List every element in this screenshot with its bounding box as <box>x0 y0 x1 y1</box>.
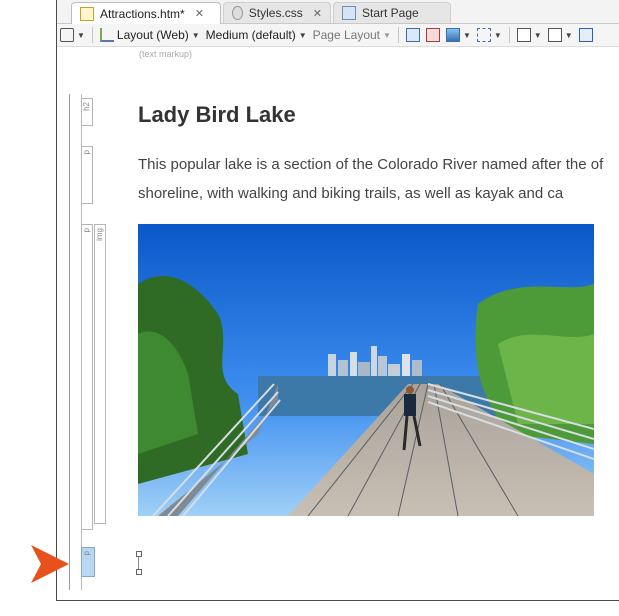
text-format-icon <box>547 28 562 42</box>
text-format-button[interactable]: ▼ <box>545 24 576 46</box>
close-icon[interactable]: ✕ <box>195 7 204 20</box>
structure-tag-label: p <box>82 228 91 233</box>
medium-dropdown[interactable]: Medium (default) ▼ <box>203 24 310 46</box>
chevron-down-icon: ▼ <box>533 30 542 40</box>
editor-window: Attractions.htm* ✕ Styles.css ✕ Start Pa… <box>56 0 619 601</box>
preview-button[interactable]: ▼ <box>57 24 88 46</box>
structure-tag-label: h2 <box>82 102 91 111</box>
magnifier-icon <box>60 28 74 42</box>
document-tab-bar: Attractions.htm* ✕ Styles.css ✕ Start Pa… <box>57 0 619 24</box>
close-icon[interactable]: ✕ <box>313 7 322 20</box>
structure-tag-label: p <box>82 150 91 155</box>
insert-variable-button[interactable]: ▼ <box>474 24 505 46</box>
toolbar-separator <box>508 27 510 43</box>
structure-bar-hint: (text markup) <box>139 49 193 59</box>
layout-mode-label: Layout (Web) <box>116 28 189 42</box>
chevron-down-icon: ▼ <box>564 30 573 40</box>
info-button[interactable] <box>576 24 596 46</box>
body-paragraph: This popular lake is a section of the Co… <box>138 156 604 202</box>
chevron-down-icon: ▼ <box>77 30 85 40</box>
tab-label: Attractions.htm* <box>100 6 185 21</box>
chevron-down-icon: ▼ <box>493 30 502 40</box>
structure-tag-p-selected[interactable]: p <box>81 547 95 577</box>
page-heading: Lady Bird Lake <box>138 102 296 127</box>
structure-bar-line <box>69 94 70 590</box>
markers-icon <box>425 28 440 42</box>
tab-label: Start Page <box>362 6 419 20</box>
insert-picture-button[interactable]: ▼ <box>443 24 474 46</box>
tab-label: Styles.css <box>248 6 303 20</box>
picture-icon <box>445 28 460 42</box>
page-layout-dropdown[interactable]: Page Layout ▼ <box>310 24 394 46</box>
structure-tag-p[interactable]: p <box>81 224 93 530</box>
show-tags-icon <box>405 28 420 42</box>
snippet-icon <box>516 28 531 42</box>
document-content[interactable]: Lady Bird Lake This popular lake is a se… <box>128 94 619 594</box>
page-layout-label: Page Layout <box>312 28 381 42</box>
layout-mode-icon <box>99 28 114 42</box>
structure-tag-img[interactable]: img <box>94 224 106 524</box>
css-file-icon <box>232 6 243 20</box>
variable-icon <box>476 28 491 42</box>
structure-tag-label: p <box>82 551 91 556</box>
tab-start-page[interactable]: Start Page <box>333 2 451 23</box>
chevron-down-icon: ▼ <box>191 30 200 40</box>
chevron-down-icon: ▼ <box>462 30 471 40</box>
medium-label: Medium (default) <box>205 28 296 42</box>
pointer-arrow-icon <box>31 545 69 583</box>
tab-attractions[interactable]: Attractions.htm* ✕ <box>71 2 221 24</box>
layout-mode-dropdown[interactable]: Layout (Web) ▼ <box>97 24 203 46</box>
selection-handle[interactable] <box>136 551 142 557</box>
structure-tag-p[interactable]: p <box>81 146 93 204</box>
tab-styles[interactable]: Styles.css ✕ <box>223 2 331 23</box>
xml-editor-toolbar: ▼ Layout (Web) ▼ Medium (default) ▼ Page… <box>57 24 619 47</box>
show-tags-button[interactable] <box>403 24 423 46</box>
html-file-icon <box>80 6 94 21</box>
chevron-down-icon: ▼ <box>383 30 391 40</box>
toolbar-separator <box>91 27 93 43</box>
info-icon <box>578 28 593 42</box>
structure-tag-h2[interactable]: h2 <box>81 98 93 126</box>
lake-photo[interactable] <box>138 224 594 516</box>
insert-snippet-button[interactable]: ▼ <box>514 24 545 46</box>
start-page-icon <box>342 6 356 20</box>
show-markers-button[interactable] <box>423 24 443 46</box>
selection-handle[interactable] <box>136 569 142 575</box>
structure-tag-label: img <box>95 228 104 241</box>
toolbar-separator <box>397 27 399 43</box>
chevron-down-icon: ▼ <box>298 30 307 40</box>
